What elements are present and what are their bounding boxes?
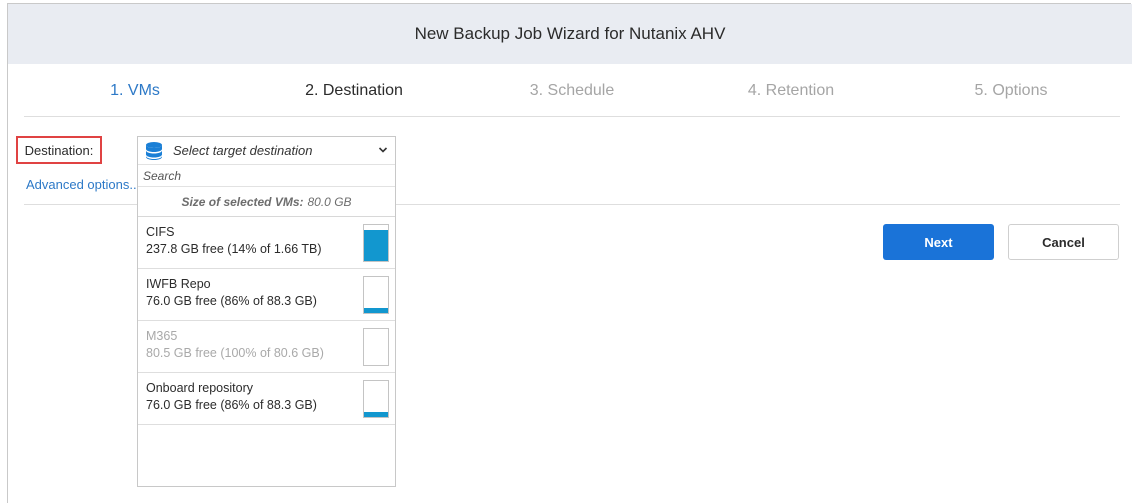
repository-item-m365: M365 80.5 GB free (100% of 80.6 GB)	[138, 321, 395, 373]
repository-item-iwfb-repo[interactable]: IWFB Repo 76.0 GB free (86% of 88.3 GB)	[138, 269, 395, 321]
destination-label-text: Destination:	[24, 142, 94, 158]
storage-usage-meter	[363, 328, 389, 366]
divider	[24, 116, 1120, 117]
repository-item-cifs[interactable]: CIFS 237.8 GB free (14% of 1.66 TB)	[138, 217, 395, 269]
wizard-title: New Backup Job Wizard for Nutanix AHV	[414, 24, 726, 43]
database-icon	[146, 142, 162, 160]
storage-usage-fill	[364, 307, 388, 313]
repository-name: Onboard repository	[146, 381, 254, 395]
search-input[interactable]	[138, 165, 395, 187]
size-label: Size of selected VMs:	[181, 195, 304, 209]
step-vms[interactable]: 1. VMs	[110, 82, 160, 100]
size-value: 80.0 GB	[307, 195, 352, 209]
repository-free-space: 237.8 GB free (14% of 1.66 TB)	[146, 242, 322, 256]
advanced-options-link[interactable]: Advanced options...	[26, 177, 140, 192]
step-destination[interactable]: 2. Destination	[305, 82, 403, 100]
step-options[interactable]: 5. Options	[975, 82, 1048, 100]
storage-usage-meter	[363, 224, 389, 262]
storage-usage-fill	[364, 411, 388, 417]
cancel-button[interactable]: Cancel	[1008, 224, 1119, 260]
repository-name: IWFB Repo	[146, 277, 211, 291]
selected-size-info: Size of selected VMs: 80.0 GB	[138, 188, 395, 217]
wizard-title-bar: New Backup Job Wizard for Nutanix AHV	[8, 4, 1132, 64]
destination-select[interactable]: Select target destination	[138, 137, 395, 165]
repository-free-space: 76.0 GB free (86% of 88.3 GB)	[146, 294, 317, 308]
storage-usage-fill	[364, 230, 388, 261]
storage-usage-meter	[363, 276, 389, 314]
storage-usage-meter	[363, 380, 389, 418]
repository-name: M365	[146, 329, 178, 343]
repository-name: CIFS	[146, 225, 175, 239]
repository-free-space: 80.5 GB free (100% of 80.6 GB)	[146, 346, 324, 360]
step-retention[interactable]: 4. Retention	[748, 82, 834, 100]
repository-item-onboard-repository[interactable]: Onboard repository 76.0 GB free (86% of …	[138, 373, 395, 425]
next-button[interactable]: Next	[883, 224, 994, 260]
step-schedule[interactable]: 3. Schedule	[530, 82, 615, 100]
select-placeholder: Select target destination	[173, 143, 313, 158]
chevron-down-icon	[378, 147, 388, 153]
repository-free-space: 76.0 GB free (86% of 88.3 GB)	[146, 398, 317, 412]
destination-label: Destination:	[16, 136, 102, 164]
destination-dropdown: Select target destination Size of select…	[137, 136, 396, 487]
wizard-steps: 1. VMs 2. Destination 3. Schedule 4. Ret…	[8, 72, 1132, 112]
